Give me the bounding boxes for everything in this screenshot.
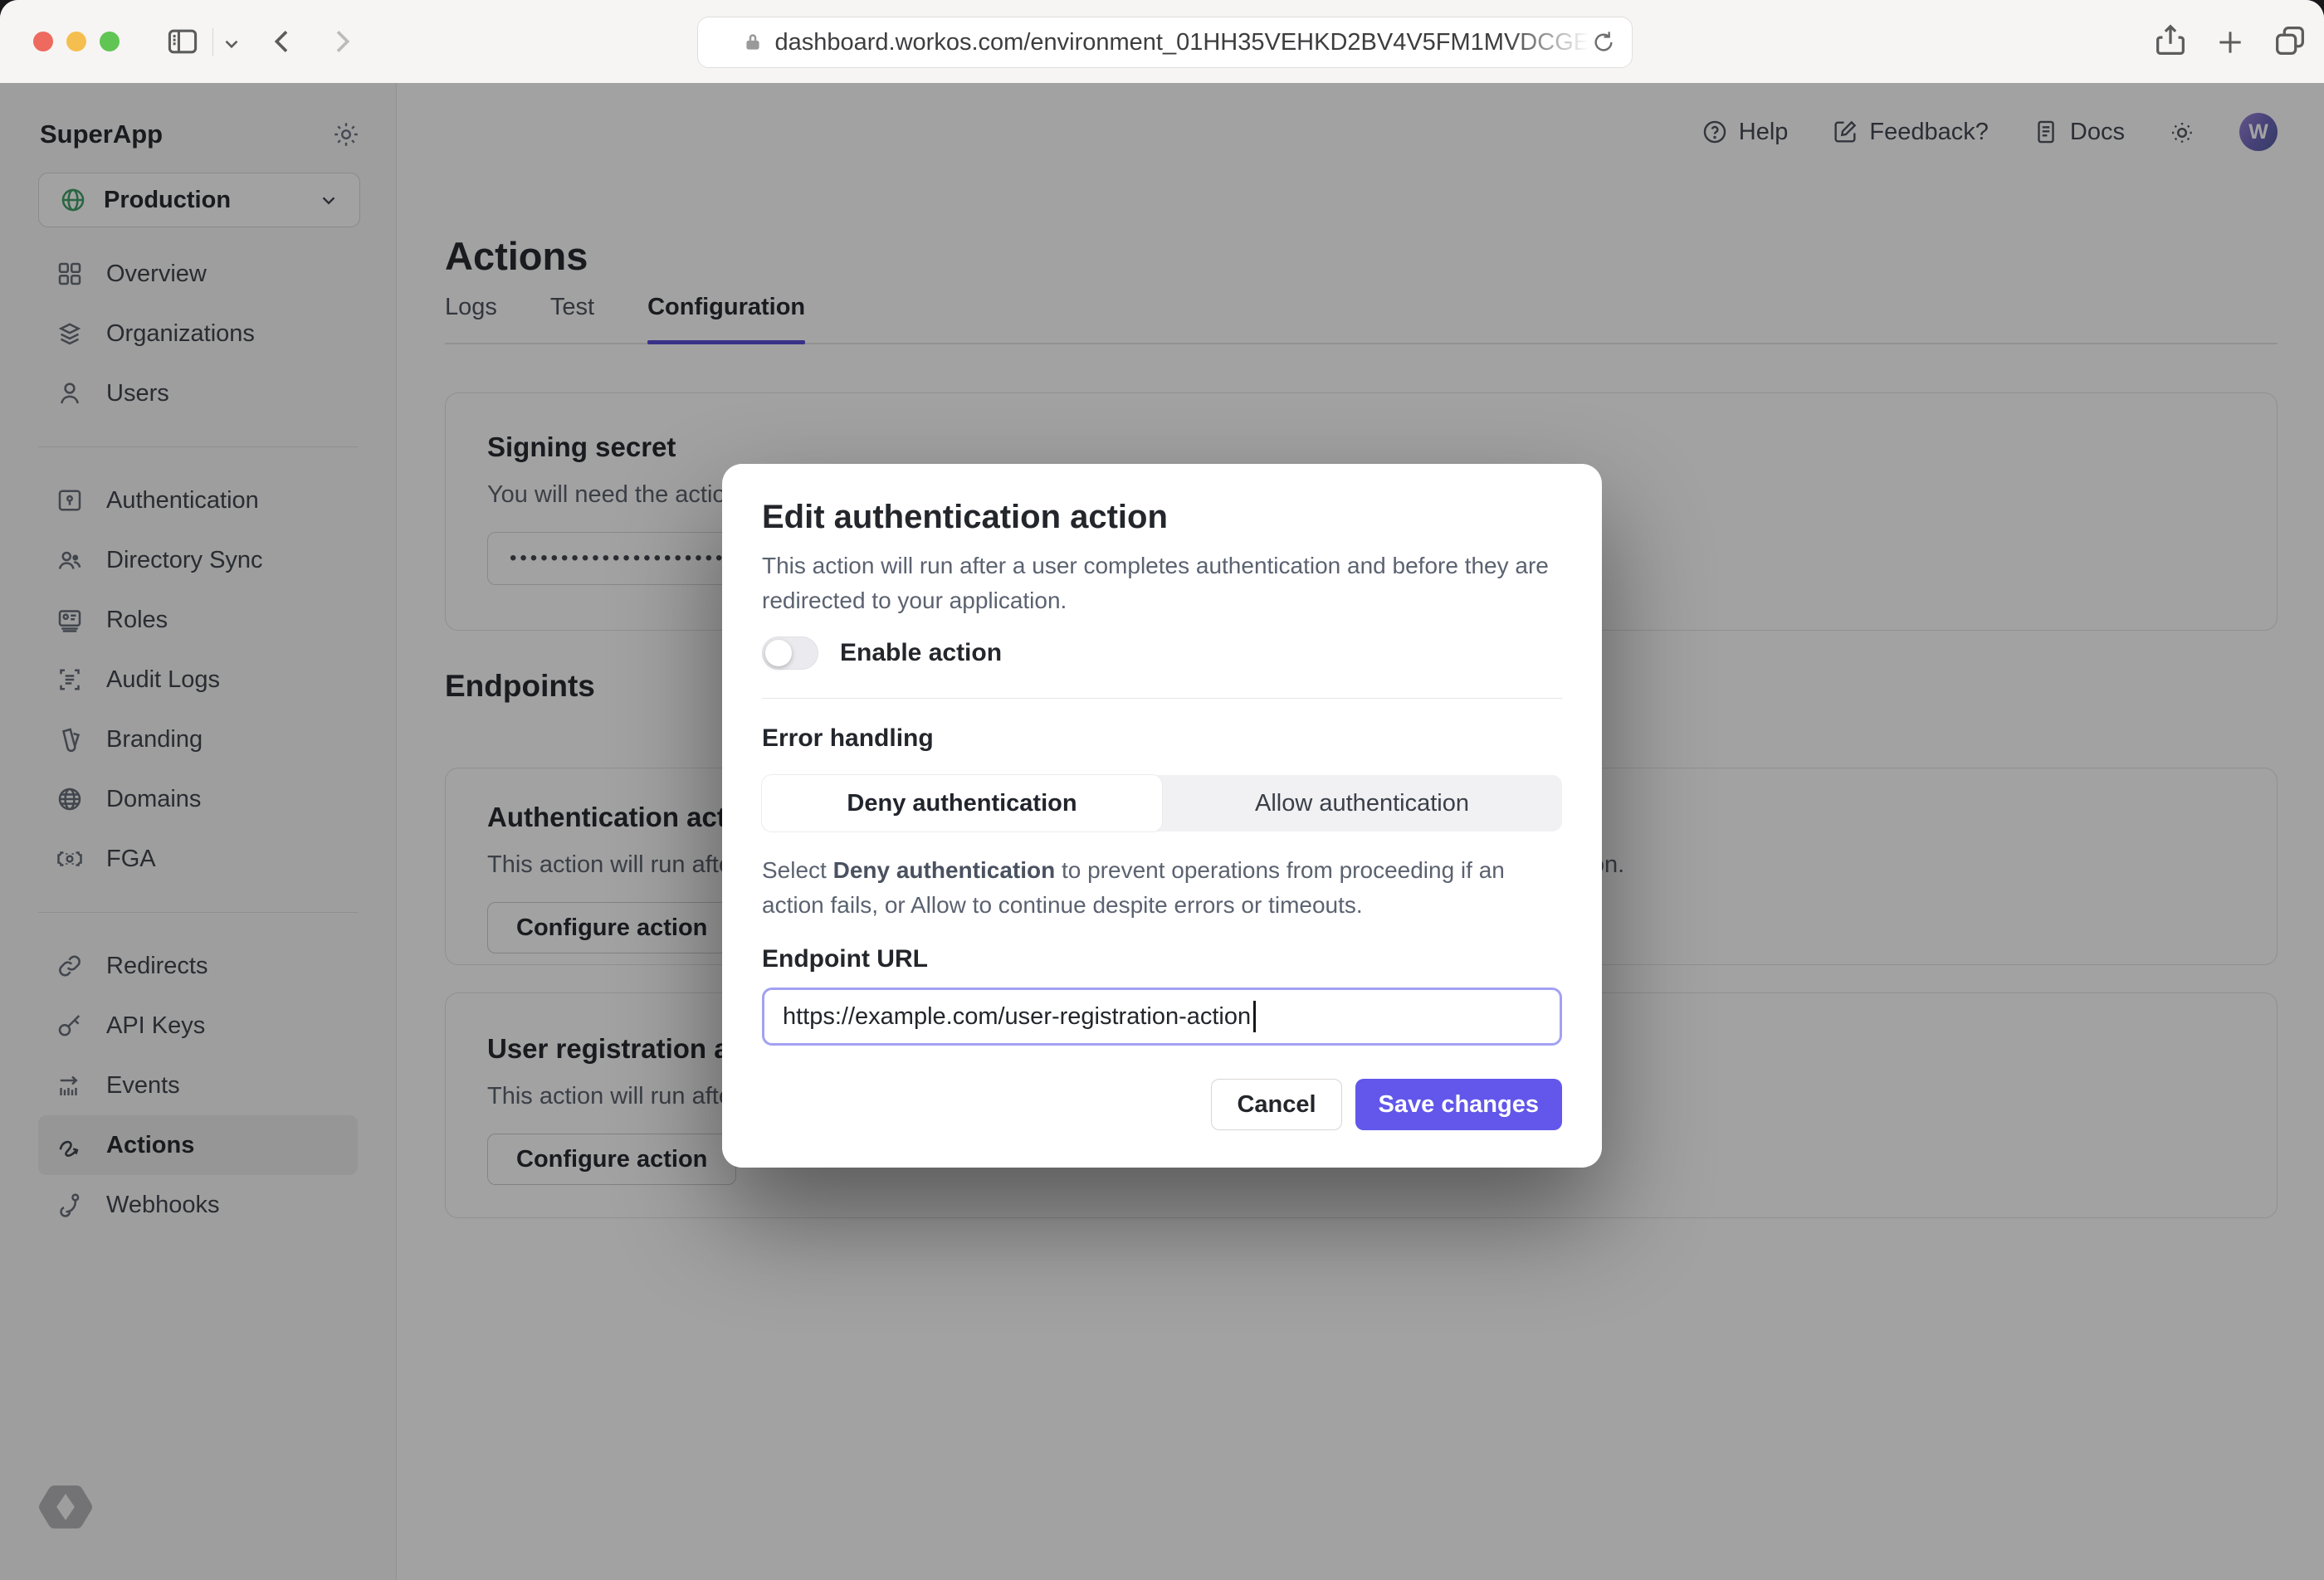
endpoint-url-input[interactable]: https://example.com/user-registration-ac… (762, 988, 1562, 1046)
endpoint-url-label: Endpoint URL (762, 944, 1562, 974)
error-handling-segmented-control: Deny authentication Allow authentication (762, 775, 1562, 831)
modal-divider (762, 698, 1562, 699)
browser-chrome: dashboard.workos.com/environment_01HH35V… (0, 0, 2324, 84)
address-bar[interactable]: dashboard.workos.com/environment_01HH35V… (697, 17, 1633, 68)
share-icon[interactable] (2151, 22, 2190, 60)
url-text: dashboard.workos.com/environment_01HH35V… (775, 29, 1589, 56)
chrome-separator (212, 28, 213, 56)
enable-action-label: Enable action (840, 639, 1002, 667)
browser-window: dashboard.workos.com/environment_01HH35V… (0, 0, 2324, 1580)
text-caret (1253, 1001, 1256, 1032)
cancel-button[interactable]: Cancel (1211, 1079, 1341, 1130)
maximize-window-button[interactable] (100, 32, 120, 51)
endpoint-url-value: https://example.com/user-registration-ac… (783, 1003, 1251, 1031)
error-handling-heading: Error handling (762, 724, 1562, 753)
close-window-button[interactable] (33, 32, 53, 51)
error-handling-helper: Select Deny authentication to prevent op… (762, 853, 1562, 923)
allow-authentication-option[interactable]: Allow authentication (1162, 775, 1562, 831)
back-icon[interactable] (266, 25, 299, 58)
chevron-down-icon[interactable] (221, 33, 242, 55)
minimize-window-button[interactable] (66, 32, 86, 51)
enable-action-toggle[interactable] (762, 636, 818, 670)
screen: dashboard.workos.com/environment_01HH35V… (0, 0, 2324, 1580)
enable-action-row: Enable action (762, 636, 1562, 670)
toggle-knob (765, 640, 792, 666)
modal-actions: Cancel Save changes (762, 1079, 1562, 1130)
deny-authentication-option[interactable]: Deny authentication (762, 775, 1162, 831)
modal-description: This action will run after a user comple… (762, 549, 1562, 618)
forward-icon[interactable] (325, 25, 359, 58)
app-viewport: SuperApp Production (0, 83, 2324, 1580)
reload-icon[interactable] (1590, 29, 1617, 56)
save-changes-button[interactable]: Save changes (1355, 1079, 1562, 1130)
lock-icon (742, 32, 764, 53)
sidebar-toggle-icon[interactable] (164, 23, 201, 60)
edit-authentication-action-modal: Edit authentication action This action w… (722, 464, 1602, 1168)
modal-title: Edit authentication action (762, 497, 1562, 537)
new-tab-icon[interactable] (2214, 27, 2246, 58)
tab-overview-icon[interactable] (2271, 22, 2309, 60)
